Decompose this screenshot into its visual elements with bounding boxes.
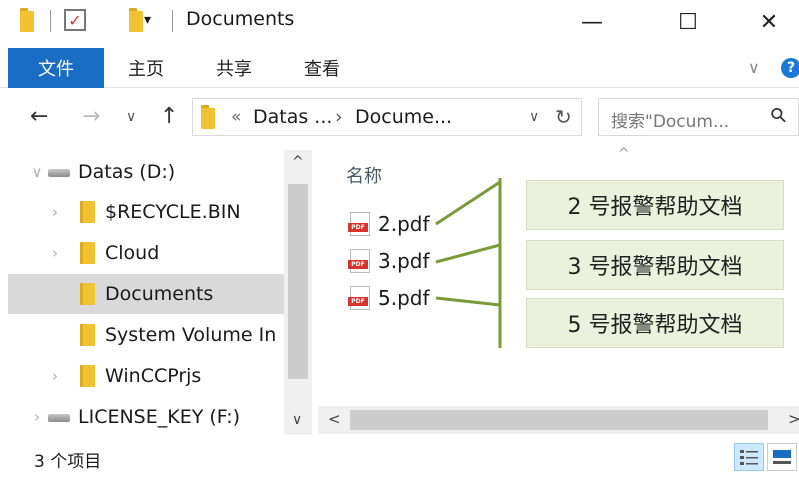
drive-icon [48,414,70,422]
tree-item-label: $RECYCLE.BIN [105,201,241,223]
tree-item-label: WinCCPrjs [105,365,202,387]
folder-icon [80,242,95,264]
scroll-right-icon[interactable]: > [788,410,799,428]
file-row[interactable]: PDF 2.pdf [348,210,430,238]
new-folder-icon[interactable] [129,8,144,32]
pdf-file-icon: PDF [348,286,370,310]
callout-alarm-2: 2 号报警帮助文档 [526,180,784,230]
close-button[interactable]: ✕ [739,0,799,44]
back-arrow-icon[interactable]: ← [30,104,48,129]
tree-item-label: Datas (D:) [78,161,176,183]
folder-icon [201,105,215,129]
collapsed-chevron-icon[interactable]: › [26,408,48,426]
collapsed-chevron-icon[interactable]: › [44,244,66,262]
tree-item-label: Documents [105,283,214,305]
search-box[interactable]: 搜索"Docum... ⚲ [598,98,799,136]
breadcrumb-documents[interactable]: Docume... [355,106,452,128]
collapsed-chevron-icon[interactable]: › [44,367,66,385]
tree-item-datas-drive[interactable]: ∨ Datas (D:) [8,152,284,192]
expand-ribbon-icon[interactable]: ∨ [748,58,760,77]
file-row[interactable]: PDF 5.pdf [348,284,430,312]
large-icons-view-icon [773,450,791,464]
file-name: 2.pdf [378,212,430,236]
expanded-chevron-icon[interactable]: ∨ [26,163,48,181]
sort-ascending-icon[interactable]: ^ [618,146,630,162]
tree-item-label: LICENSE_KEY (F:) [78,406,241,428]
tree-item-recycle-bin[interactable]: › $RECYCLE.BIN [8,192,284,232]
title-divider [172,10,173,32]
large-icons-view-button[interactable] [767,443,797,471]
vertical-scrollbar[interactable]: ^ ∨ [284,150,312,435]
drive-icon [48,169,70,177]
address-bar[interactable]: « Datas ... › Docume... ∨ ↻ [192,98,582,136]
scrollbar-thumb[interactable] [350,410,768,430]
folder-icon [80,283,95,305]
breadcrumb-datas[interactable]: Datas ... [253,106,332,128]
ribbon: 文件 主页 共享 查看 ∨ ? [0,48,799,88]
address-dropdown-icon[interactable]: ∨ [529,109,539,125]
tree-item-license-key-drive[interactable]: › LICENSE_KEY (F:) [8,397,284,435]
scroll-down-icon[interactable]: ∨ [292,412,302,428]
navigation-pane: ∨ Datas (D:) › $RECYCLE.BIN › Cloud Docu… [0,150,312,435]
folder-icon [80,365,95,387]
breadcrumb-separator[interactable]: › [335,106,343,128]
tree-item-label: Cloud [105,242,160,264]
scrollbar-thumb[interactable] [288,184,308,379]
search-icon[interactable]: ⚲ [765,101,792,128]
navigation-bar: ← → ∨ ↑ « Datas ... › Docume... ∨ ↻ 搜索"D… [0,92,799,146]
tree-item-cloud[interactable]: › Cloud [8,233,284,273]
title-bar: ✓ ▾ Documents — ☐ ✕ [0,0,799,44]
pdf-file-icon: PDF [348,249,370,273]
file-name: 5.pdf [378,286,430,310]
minimize-button[interactable]: — [562,0,622,44]
column-header-name[interactable]: 名称 [346,162,382,188]
breadcrumb-overflow[interactable]: « [231,107,241,127]
scroll-up-icon[interactable]: ^ [292,154,304,170]
folder-icon [20,8,34,32]
help-icon[interactable]: ? [781,58,799,78]
customize-toolbar-icon[interactable]: ▾ [144,12,151,28]
scroll-left-icon[interactable]: < [328,410,341,428]
properties-checkmark-icon[interactable]: ✓ [64,9,86,31]
file-row[interactable]: PDF 3.pdf [348,247,430,275]
maximize-button[interactable]: ☐ [658,0,718,44]
collapsed-chevron-icon[interactable]: › [44,203,66,221]
title-divider [50,10,51,32]
tab-view[interactable]: 查看 [304,48,340,88]
tree-item-documents[interactable]: Documents [8,274,284,314]
folder-icon [80,201,95,223]
tab-file[interactable]: 文件 [8,48,104,88]
item-count: 3 个项目 [34,452,102,472]
recent-locations-icon[interactable]: ∨ [126,109,136,125]
tree-item-winccprjs[interactable]: › WinCCPrjs [8,356,284,396]
file-name: 3.pdf [378,249,430,273]
tab-home[interactable]: 主页 [128,48,164,88]
window-title: Documents [186,8,295,30]
folder-icon [80,324,95,346]
up-arrow-icon[interactable]: ↑ [160,104,178,129]
pdf-file-icon: PDF [348,212,370,236]
tree-item-label: System Volume In [105,324,277,346]
status-bar: 3 个项目 [0,437,799,477]
refresh-icon[interactable]: ↻ [555,105,572,129]
tab-share[interactable]: 共享 [216,48,252,88]
details-view-icon [740,450,758,465]
search-input[interactable]: 搜索"Docum... [611,107,729,132]
horizontal-scrollbar[interactable]: < > [318,406,799,434]
tree-item-system-volume[interactable]: System Volume In [8,315,284,355]
callout-alarm-3: 3 号报警帮助文档 [526,240,784,290]
callout-alarm-5: 5 号报警帮助文档 [526,298,784,348]
details-view-button[interactable] [734,443,764,471]
forward-arrow-icon[interactable]: → [82,104,100,129]
